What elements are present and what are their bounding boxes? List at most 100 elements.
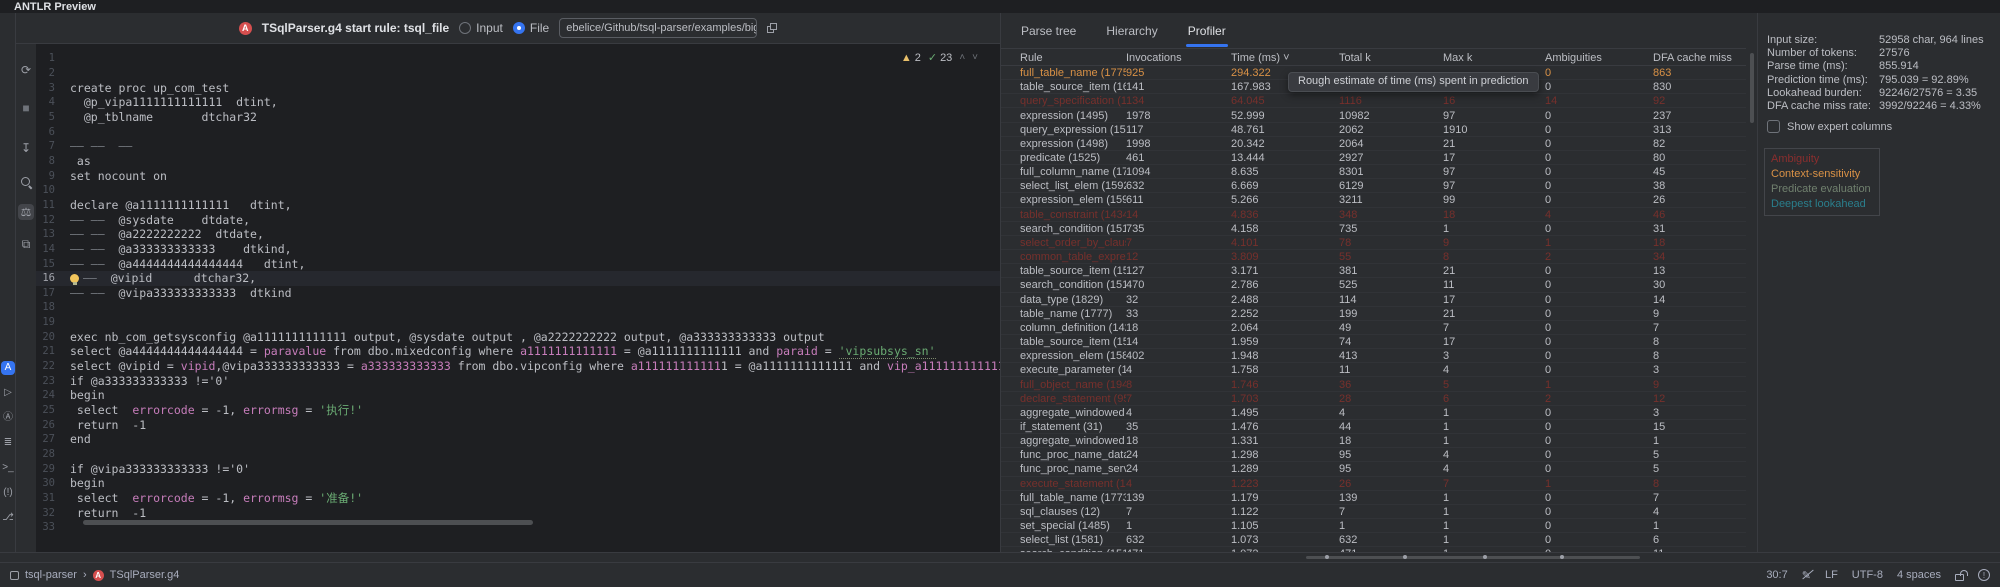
refresh-icon[interactable]: ⟳ (18, 62, 34, 78)
table-row[interactable]: select_list_elem (1592)6326.669612997038 (1001, 179, 1746, 193)
column-header[interactable]: Max k (1443, 52, 1545, 64)
prev-issue-icon[interactable]: ˄ (959, 52, 965, 63)
code-line[interactable]: 19 (36, 315, 1000, 330)
profiler-table-header[interactable]: RuleInvocationsTime (ms) ˅Total kMax kAm… (1001, 48, 1746, 66)
table-row[interactable]: aggregate_windowed…41.4954103 (1001, 406, 1746, 420)
column-header[interactable]: Invocations (1126, 52, 1231, 64)
code-line[interactable]: 12—— —— @sysdate dtdate, (36, 212, 1000, 227)
code-line[interactable]: 10 (36, 183, 1000, 198)
expert-columns-checkbox[interactable] (1767, 120, 1780, 133)
code-line[interactable]: 17—— —— @vipa333333333333 dtkind (36, 286, 1000, 301)
code-line[interactable]: 27end (36, 432, 1000, 447)
settings-branch-icon[interactable]: ⎇ (1, 511, 15, 525)
table-row[interactable]: query_specification (1548)13464.04511161… (1001, 94, 1746, 108)
line-ending[interactable]: LF (1825, 569, 1838, 581)
table-row[interactable]: expression (1498)199820.342206421082 (1001, 137, 1746, 151)
code-line[interactable]: 22select @vipid = vipid,@vipa33333333333… (36, 359, 1000, 374)
table-row[interactable]: data_type (1829)322.48811417014 (1001, 293, 1746, 307)
table-row[interactable]: table_source_item (15…141.959741708 (1001, 335, 1746, 349)
code-line[interactable]: 1 (36, 51, 1000, 66)
notifications-icon[interactable]: ! (1978, 569, 1990, 581)
input-radio-dot[interactable] (459, 22, 471, 34)
code-line[interactable]: 16—— @vipid dtchar32, (36, 271, 1000, 286)
table-row[interactable]: execute_parameter (1…41.75811403 (1001, 363, 1746, 377)
table-row[interactable]: select_list (1581)6321.073632106 (1001, 533, 1746, 547)
table-vertical-scrollbar[interactable] (1750, 53, 1754, 123)
table-row[interactable]: column_definition (1421)182.06449707 (1001, 321, 1746, 335)
table-row[interactable]: search_condition (1519)7354.1587351031 (1001, 222, 1746, 236)
layers-icon[interactable]: ≣ (1, 436, 15, 450)
column-header[interactable]: Time (ms) ˅ (1231, 52, 1339, 64)
code-line[interactable]: 28 (36, 447, 1000, 462)
code-line[interactable]: 6 (36, 124, 1000, 139)
code-line[interactable]: 25 select errorcode = -1, errormsg = '执行… (36, 403, 1000, 418)
table-row[interactable]: if_statement (31)351.476441015 (1001, 420, 1746, 434)
expert-columns-row[interactable]: Show expert columns (1767, 120, 1892, 133)
browse-file-icon[interactable] (767, 23, 777, 33)
scroll-to-source-icon[interactable]: ↧ (18, 140, 34, 156)
code-line[interactable]: 21select @a4444444444444444 = paravalue … (36, 344, 1000, 359)
caret-position[interactable]: 30:7 (1766, 569, 1787, 581)
table-row[interactable]: sql_clauses (12)71.1227104 (1001, 505, 1746, 519)
code-line[interactable]: 31 select errorcode = -1, errormsg = '准备… (36, 491, 1000, 506)
table-row[interactable]: declare_statement (95)71.703286212 (1001, 392, 1746, 406)
table-row[interactable]: predicate (1525)46113.444292717080 (1001, 151, 1746, 165)
code-line[interactable]: 29if @vipa333333333333 !='0' (36, 461, 1000, 476)
stop-icon[interactable]: ■ (18, 100, 34, 116)
table-row[interactable]: func_proc_name_serv…241.28995405 (1001, 462, 1746, 476)
code-line[interactable]: 26 return -1 (36, 417, 1000, 432)
code-line[interactable]: 20exec nb_com_getsysconfig @a11111111111… (36, 329, 1000, 344)
column-header[interactable]: Rule (1020, 52, 1126, 64)
table-row[interactable]: full_table_name (1773)1391.179139107 (1001, 491, 1746, 505)
search-icon[interactable] (18, 174, 34, 190)
table-row[interactable]: search_condition (1517)4702.78652511030 (1001, 278, 1746, 292)
table-row[interactable]: select_order_by_clause (…74.101789118 (1001, 236, 1746, 250)
code-line[interactable]: 18 (36, 300, 1000, 315)
run-icon[interactable]: ▷ (1, 386, 15, 400)
table-row[interactable]: table_source_item (15…1273.17138121013 (1001, 264, 1746, 278)
antlr-preview-stripe-icon[interactable]: A (1, 361, 15, 375)
table-row[interactable]: expression_elem (1590)6115.266321199026 (1001, 193, 1746, 207)
file-path-field[interactable]: ebelice/Github/tsql-parser/examples/big.… (559, 18, 757, 38)
code-line[interactable]: 32 return -1 (36, 505, 1000, 520)
bottom-splitter[interactable] (0, 552, 2000, 562)
column-header[interactable]: Ambiguities (1545, 52, 1653, 64)
code-line[interactable]: 3create proc up_com_test (36, 80, 1000, 95)
encoding[interactable]: UTF-8 (1852, 569, 1883, 581)
intention-bulb-icon[interactable] (70, 274, 79, 283)
table-row[interactable]: query_expression (1527)11748.76120621910… (1001, 123, 1746, 137)
column-header[interactable]: DFA cache miss (1653, 52, 1746, 64)
inspection-widget[interactable]: ▲ 2 ✓ 23 ˄ ˅ (901, 51, 978, 64)
editor-horizontal-scrollbar[interactable] (83, 520, 533, 525)
grammar-icon[interactable]: Ⓐ (1, 411, 15, 425)
code-line[interactable]: 11declare @a1111111111111 dtint, (36, 198, 1000, 213)
file-radio-dot[interactable] (513, 22, 525, 34)
table-row[interactable]: aggregate_windowed…181.33118101 (1001, 434, 1746, 448)
indent-setting[interactable]: 4 spaces (1897, 569, 1941, 581)
code-line[interactable]: 14—— —— @a333333333333 dtkind, (36, 242, 1000, 257)
table-horizontal-scrollbar[interactable] (1306, 556, 1640, 559)
breadcrumb[interactable]: tsql-parser › A TSqlParser.g4 (10, 569, 179, 581)
table-row[interactable]: expression_elem (1589)4021.948413308 (1001, 349, 1746, 363)
code-line[interactable]: 4 @p_vipa1111111111111 dtint, (36, 95, 1000, 110)
hierarchy-icon[interactable]: ⧉ (18, 236, 34, 252)
terminal-icon[interactable]: >_ (1, 461, 15, 475)
table-row[interactable]: table_constraint (1434)144.83634818446 (1001, 208, 1746, 222)
code-line[interactable]: 15—— —— @a4444444444444444 dtint, (36, 256, 1000, 271)
code-line[interactable]: 13—— —— @a2222222222 dtdate, (36, 227, 1000, 242)
input-radio[interactable]: Input (459, 21, 503, 35)
readonly-pen-icon[interactable]: ✎ (1802, 569, 1811, 582)
profiler-toggle-icon[interactable]: ⚖ (18, 204, 34, 220)
tab-hierarchy[interactable]: Hierarchy (1096, 19, 1167, 47)
code-line[interactable]: 24begin (36, 388, 1000, 403)
code-editor[interactable]: 123create proc up_com_test4 @p_vipa11111… (36, 44, 1000, 552)
table-row[interactable]: expression (1495)197852.99910982970237 (1001, 108, 1746, 122)
code-line[interactable]: 8 as (36, 154, 1000, 169)
next-issue-icon[interactable]: ˅ (972, 52, 978, 63)
table-row[interactable]: func_proc_name_data…241.29895405 (1001, 448, 1746, 462)
problems-icon[interactable]: (!) (1, 486, 15, 500)
code-line[interactable]: 23if @a333333333333 !='0' (36, 373, 1000, 388)
code-line[interactable]: 2 (36, 66, 1000, 81)
tab-parse-tree[interactable]: Parse tree (1011, 19, 1086, 47)
table-row[interactable]: common_table_expressi…123.809558234 (1001, 250, 1746, 264)
